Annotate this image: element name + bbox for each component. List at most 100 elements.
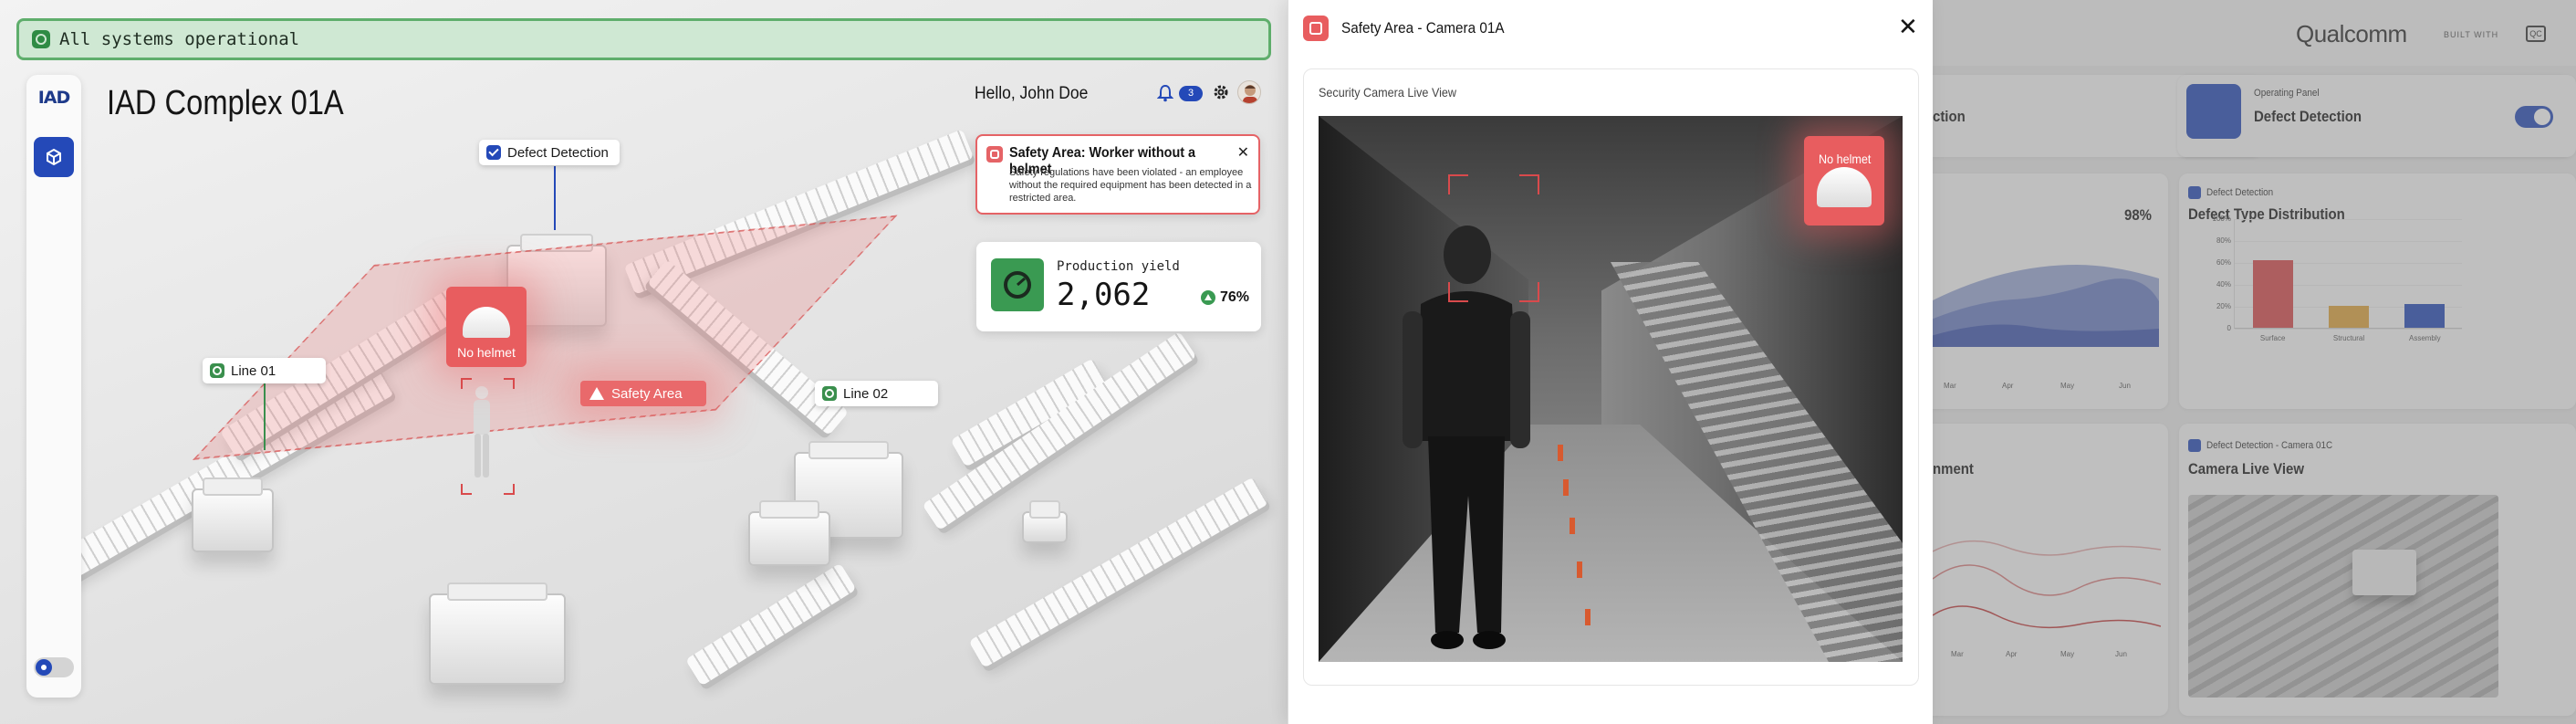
grid-line bbox=[2235, 219, 2462, 220]
modal-title: Safety Area - Camera 01A bbox=[1341, 19, 1505, 37]
card-line-chart: nment Mar Apr May Jun bbox=[1933, 424, 2168, 716]
avatar[interactable] bbox=[1237, 80, 1261, 104]
sidebar: IAD bbox=[26, 75, 81, 698]
card-title: Defect Detection bbox=[2254, 108, 2362, 125]
feed-label: Security Camera Live View bbox=[1319, 85, 1457, 100]
detection-bracket bbox=[461, 378, 472, 389]
tag-stem bbox=[554, 166, 556, 230]
detection-bracket bbox=[1448, 174, 1468, 194]
grid-line bbox=[2235, 329, 2462, 330]
tag-defect-detection[interactable]: Defect Detection bbox=[479, 140, 620, 165]
yield-label: Production yield bbox=[1057, 259, 1180, 274]
camera-box-object bbox=[2352, 550, 2416, 595]
brand-logo: Qualcomm bbox=[2296, 20, 2407, 47]
theme-toggle[interactable] bbox=[34, 657, 74, 677]
gear-icon[interactable] bbox=[1212, 83, 1230, 101]
sidebar-item-cube[interactable] bbox=[34, 137, 74, 177]
x-tick: Jun bbox=[2119, 382, 2131, 390]
card-title: Camera Live View bbox=[2188, 460, 2304, 477]
card-camera-live-view: Defect Detection - Camera 01C Camera Liv… bbox=[2179, 424, 2576, 716]
close-icon[interactable]: ✕ bbox=[1237, 143, 1249, 162]
x-tick: Mar bbox=[1951, 650, 1964, 658]
conveyor-belt bbox=[968, 477, 1269, 668]
trend-up-icon bbox=[1201, 290, 1215, 305]
factory-3d-scene[interactable]: Defect Detection Line 01 Line 02 Safety … bbox=[0, 0, 1288, 724]
bell-icon[interactable] bbox=[1157, 84, 1173, 102]
line-chart bbox=[1933, 540, 2161, 629]
floor-marking bbox=[1570, 518, 1575, 534]
camera-live-view[interactable]: No helmet bbox=[1319, 116, 1903, 662]
machine bbox=[1022, 500, 1068, 543]
card-operating-panel: Operating Panel Defect Detection bbox=[2177, 75, 2576, 157]
tag-line-02[interactable]: Line 02 bbox=[815, 381, 938, 406]
x-tick: Apr bbox=[2002, 382, 2014, 390]
detection-bracket bbox=[504, 484, 515, 495]
y-tick: 60% bbox=[2216, 258, 2231, 267]
x-tick: Apr bbox=[2006, 650, 2018, 658]
card-yield-chart: 98% Mar Apr May Jun bbox=[1933, 173, 2168, 409]
checkbox-icon bbox=[486, 145, 501, 160]
bar[interactable] bbox=[2329, 306, 2369, 328]
detection-bracket bbox=[1448, 282, 1468, 302]
card-defect-distribution: Defect Detection Defect Type Distributio… bbox=[2179, 173, 2576, 409]
alert-body: Safety regulations have been violated - … bbox=[1009, 167, 1252, 204]
gauge-icon bbox=[991, 258, 1044, 311]
close-icon[interactable]: ✕ bbox=[1898, 13, 1918, 41]
x-tick: Surface bbox=[2259, 334, 2286, 342]
no-helmet-marker[interactable]: No helmet bbox=[446, 287, 527, 367]
yield-percent: 98% bbox=[2124, 206, 2152, 224]
detection-bracket bbox=[1519, 174, 1539, 194]
partner-logo: QC bbox=[2526, 26, 2546, 42]
page-title: IAD Complex 01A bbox=[107, 84, 344, 122]
x-tick: Assembly bbox=[2408, 334, 2441, 342]
x-tick: May bbox=[2060, 650, 2075, 658]
bar[interactable] bbox=[2252, 259, 2293, 328]
tag-label: Defect Detection bbox=[507, 144, 609, 161]
machine bbox=[429, 582, 566, 685]
yield-percent: 76% bbox=[1201, 289, 1249, 306]
machine bbox=[748, 500, 830, 566]
production-yield-card: Production yield 2,062 76% bbox=[976, 242, 1261, 331]
camera-thumbnail[interactable] bbox=[2188, 495, 2498, 698]
card-subtitle: Defect Detection - Camera 01C bbox=[2206, 440, 2333, 451]
helmet-icon bbox=[463, 307, 510, 338]
defect-bar-chart: 100% 80% 60% 40% 20% 0 Surface Structural Assemb… bbox=[2213, 215, 2462, 342]
x-tick: Mar bbox=[1944, 382, 1956, 390]
toggle-switch[interactable] bbox=[2515, 106, 2553, 128]
speedometer-icon bbox=[2186, 84, 2241, 139]
machine bbox=[192, 477, 274, 552]
floor-marking bbox=[1585, 609, 1590, 625]
worker-figure bbox=[474, 386, 490, 477]
tag-label: Line 01 bbox=[231, 362, 276, 379]
yield-percent-value: 76% bbox=[1220, 289, 1250, 305]
yield-value: 2,062 bbox=[1057, 277, 1151, 313]
notification-badge[interactable]: 3 bbox=[1179, 86, 1203, 101]
status-text: All systems operational bbox=[59, 29, 300, 49]
conveyor-belt bbox=[684, 562, 857, 687]
card-title: nment bbox=[1933, 460, 1974, 477]
sun-icon bbox=[36, 659, 52, 676]
floor-marking bbox=[1577, 561, 1582, 578]
tag-label: Safety Area bbox=[611, 385, 683, 402]
worker-figure bbox=[1403, 226, 1530, 649]
x-tick: Structural bbox=[2332, 334, 2365, 342]
card-subtitle: Operating Panel bbox=[2254, 88, 2320, 99]
safety-alert-card[interactable]: Safety Area: Worker without a helmet Saf… bbox=[975, 134, 1260, 215]
card-title: ction bbox=[1933, 108, 1966, 125]
tag-label: Line 02 bbox=[843, 385, 889, 402]
y-tick: 100% bbox=[2212, 215, 2231, 223]
tag-line-01[interactable]: Line 01 bbox=[203, 358, 326, 383]
x-tick: May bbox=[2060, 382, 2075, 390]
app-logo[interactable]: IAD bbox=[36, 88, 72, 110]
tag-safety-area[interactable]: Safety Area bbox=[580, 381, 706, 406]
bar[interactable] bbox=[2404, 303, 2446, 328]
built-with-label: BUILT WITH bbox=[2444, 30, 2499, 39]
y-tick: 40% bbox=[2216, 280, 2231, 289]
tag-stem bbox=[264, 382, 266, 450]
marker-label: No helmet bbox=[457, 345, 516, 360]
alert-camera-icon bbox=[986, 146, 1003, 163]
status-ok-icon bbox=[32, 30, 50, 48]
no-helmet-marker[interactable]: No helmet bbox=[1804, 136, 1884, 226]
camera-icon bbox=[1303, 16, 1329, 41]
safety-area-zone bbox=[193, 215, 898, 460]
